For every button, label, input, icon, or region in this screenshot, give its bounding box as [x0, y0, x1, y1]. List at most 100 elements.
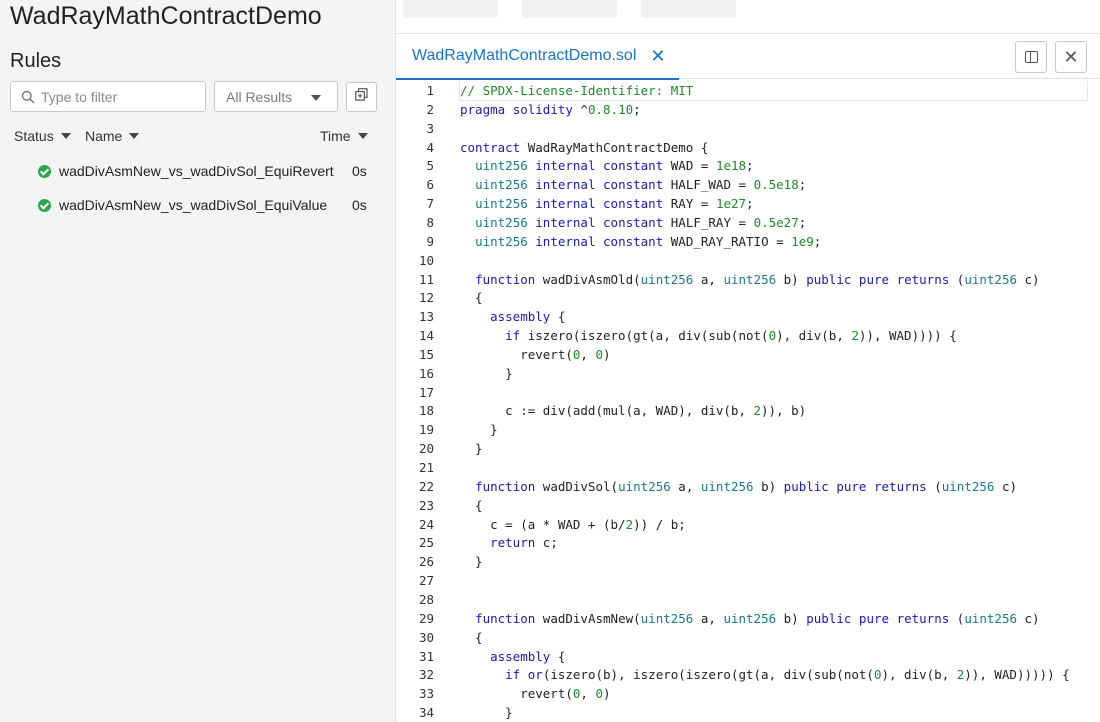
line-number: 25 — [418, 535, 434, 551]
code-line[interactable]: 1 // SPDX-License-Identifier: MIT — [396, 81, 1100, 101]
code-line[interactable]: 19 } — [396, 420, 1100, 439]
code-line[interactable]: 14 if iszero(iszero(gt(a, div(sub(not(0)… — [396, 326, 1100, 345]
line-number: 16 — [418, 365, 434, 381]
code-line[interactable]: 24 c = (a * WAD + (b/2)) / b; — [396, 515, 1100, 534]
code-text: { — [460, 290, 483, 306]
close-icon: ✕ — [1063, 47, 1079, 67]
code-text: uint256 internal constant HALF_WAD = 0.5… — [475, 177, 807, 193]
rule-row[interactable]: wadDivAsmNew_vs_wadDivSol_EquiValue 0s — [38, 190, 378, 220]
line-number: 24 — [418, 516, 434, 532]
code-line[interactable]: 34 } — [396, 703, 1100, 722]
code-line[interactable]: 33 revert(0, 0) — [396, 684, 1100, 703]
top-tab-placeholder[interactable] — [403, 0, 498, 18]
editor-panel: WadRayMathContractDemo.sol ✕ ✕ 1 // SPDX-… — [395, 0, 1100, 722]
top-tab-placeholder[interactable] — [641, 0, 736, 18]
code-line[interactable]: 15 revert(0, 0) — [396, 345, 1100, 364]
code-line[interactable]: 21 — [396, 458, 1100, 477]
line-number: 8 — [426, 214, 434, 230]
code-text: function wadDivAsmNew(uint256 a, uint256… — [475, 610, 1040, 626]
top-tab-placeholder[interactable] — [522, 0, 617, 18]
line-number: 1 — [426, 83, 434, 98]
line-number: 18 — [418, 403, 434, 419]
code-line[interactable]: 25 return c; — [396, 533, 1100, 552]
split-view-icon — [1024, 51, 1038, 63]
code-line[interactable]: 22 function wadDivSol(uint256 a, uint256… — [396, 477, 1100, 496]
line-number: 21 — [418, 460, 434, 475]
code-text: if or(iszero(b), iszero(iszero(gt(a, div… — [505, 667, 1070, 683]
copy-button[interactable] — [346, 82, 377, 112]
code-text: if iszero(iszero(gt(a, div(sub(not(0), d… — [505, 328, 957, 344]
close-editor-button[interactable]: ✕ — [1055, 41, 1087, 73]
rules-sidebar: WadRayMathContractDemo Rules All Results… — [0, 0, 395, 722]
code-line[interactable]: 2 pragma solidity ^0.8.10; — [396, 100, 1100, 119]
column-header-name[interactable]: Name — [85, 128, 140, 144]
line-number: 19 — [418, 422, 434, 438]
code-text: contract WadRayMathContractDemo { — [460, 139, 709, 155]
code-text: function wadDivAsmOld(uint256 a, uint256… — [475, 271, 1040, 287]
filter-field[interactable] — [10, 81, 206, 112]
code-line[interactable]: 3 — [396, 119, 1100, 138]
code-text: uint256 internal constant WAD = 1e18; — [475, 158, 754, 174]
code-text: // SPDX-License-Identifier: MIT — [459, 81, 1088, 101]
line-number: 26 — [418, 554, 434, 570]
close-tab-icon[interactable]: ✕ — [650, 47, 665, 65]
code-line[interactable]: 27 — [396, 571, 1100, 590]
line-number: 27 — [418, 573, 434, 589]
rules-heading: Rules — [10, 50, 62, 72]
code-editor[interactable]: 1 // SPDX-License-Identifier: MIT 2 pragma … — [396, 81, 1100, 722]
code-line[interactable]: 17 — [396, 383, 1100, 402]
code-text: revert(0, 0) — [460, 686, 611, 702]
code-line[interactable]: 20 } — [396, 439, 1100, 458]
line-number: 33 — [418, 686, 434, 702]
code-line[interactable]: 32 if or(iszero(b), iszero(iszero(gt(a, … — [396, 665, 1100, 684]
code-line[interactable]: 28 — [396, 590, 1100, 609]
code-line[interactable]: 9 uint256 internal constant WAD_RAY_RATI… — [396, 232, 1100, 251]
code-line[interactable]: 26 } — [396, 552, 1100, 571]
code-text: assembly { — [490, 648, 566, 664]
code-line[interactable]: 7 uint256 internal constant RAY = 1e27; — [396, 194, 1100, 213]
code-line[interactable]: 6 uint256 internal constant HALF_WAD = 0… — [396, 175, 1100, 194]
rule-name: wadDivAsmNew_vs_wadDivSol_EquiValue — [59, 197, 328, 213]
code-text: assembly { — [490, 309, 566, 325]
code-text: { — [460, 629, 483, 645]
line-number: 10 — [418, 252, 434, 268]
code-line[interactable]: 10 — [396, 251, 1100, 270]
line-number: 20 — [418, 441, 434, 457]
line-number: 30 — [418, 629, 434, 645]
code-line[interactable]: 12 { — [396, 288, 1100, 307]
code-line[interactable]: 18 c := div(add(mul(a, WAD), div(b, 2)),… — [396, 401, 1100, 420]
line-number: 29 — [418, 610, 434, 626]
code-line[interactable]: 29 function wadDivAsmNew(uint256 a, uint… — [396, 609, 1100, 628]
filter-input[interactable] — [41, 88, 201, 105]
code-line[interactable]: 16 } — [396, 364, 1100, 383]
code-text: } — [460, 422, 498, 438]
code-text: return c; — [490, 535, 558, 551]
code-line[interactable]: 8 uint256 internal constant HALF_RAY = 0… — [396, 213, 1100, 232]
line-number: 13 — [418, 309, 434, 325]
code-line[interactable]: 11 function wadDivAsmOld(uint256 a, uint… — [396, 270, 1100, 289]
rule-row[interactable]: wadDivAsmNew_vs_wadDivSol_EquiRevert 0s — [38, 156, 378, 186]
rule-time: 0s — [352, 197, 367, 213]
line-number: 17 — [418, 384, 434, 400]
line-number: 31 — [418, 648, 434, 664]
code-line[interactable]: 13 assembly { — [396, 307, 1100, 326]
code-line[interactable]: 30 { — [396, 628, 1100, 647]
code-line[interactable]: 23 { — [396, 496, 1100, 515]
column-header-status[interactable]: Status — [14, 128, 71, 144]
line-number: 23 — [418, 497, 434, 513]
code-text: uint256 internal constant HALF_RAY = 0.5… — [475, 214, 807, 230]
code-text: revert(0, 0) — [460, 346, 611, 362]
results-filter-value: All Results — [226, 88, 293, 105]
code-line[interactable]: 4 contract WadRayMathContractDemo { — [396, 138, 1100, 157]
rule-name: wadDivAsmNew_vs_wadDivSol_EquiRevert — [59, 163, 334, 179]
tab-file[interactable]: WadRayMathContractDemo.sol ✕ — [396, 34, 679, 80]
sort-caret-icon — [60, 133, 71, 139]
split-view-button[interactable] — [1015, 41, 1047, 73]
copy-icon — [355, 88, 368, 106]
code-line[interactable]: 5 uint256 internal constant WAD = 1e18; — [396, 156, 1100, 175]
results-filter-select[interactable]: All Results — [214, 81, 338, 112]
line-number: 5 — [426, 158, 434, 174]
line-number: 4 — [426, 139, 434, 155]
column-header-time[interactable]: Time — [320, 128, 368, 144]
code-line[interactable]: 31 assembly { — [396, 647, 1100, 666]
